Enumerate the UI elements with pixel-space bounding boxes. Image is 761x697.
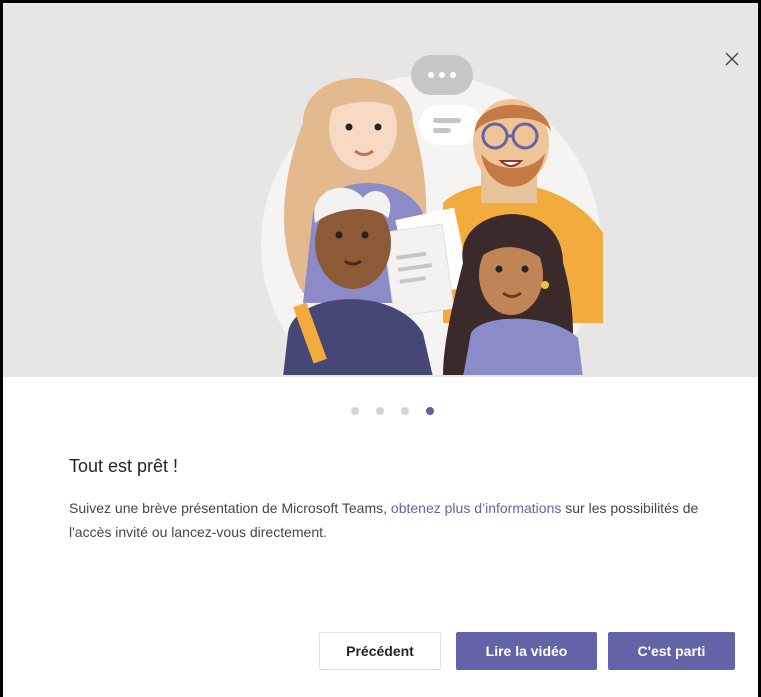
hero-illustration [3,3,758,377]
dialog-title: Tout est prêt ! [69,456,179,476]
dialog-description: Suivez une brève présentation de Microso… [69,496,729,544]
carousel-dot-1[interactable] [351,407,359,415]
carousel-dot-3[interactable] [401,407,409,415]
learn-more-link[interactable]: obtenez plus d’informations [391,500,561,516]
play-video-button[interactable]: Lire la vidéo [456,632,597,670]
start-button[interactable]: C'est parti [608,632,735,670]
speech-bubble-white [419,105,481,145]
carousel-dot-2[interactable] [376,407,384,415]
description-text-start: Suivez une brève présentation de Microso… [69,500,391,516]
carousel-indicators [351,407,434,415]
carousel-dot-4[interactable] [426,407,434,415]
people-collaborating-illustration [3,55,758,377]
welcome-dialog: Tout est prêt ! Suivez une brève présent… [0,0,761,697]
close-button[interactable] [720,47,744,71]
previous-button[interactable]: Précédent [319,632,441,670]
close-icon [725,52,739,66]
speech-bubble-gray [411,55,473,95]
hero-bottom-edge [3,375,758,377]
